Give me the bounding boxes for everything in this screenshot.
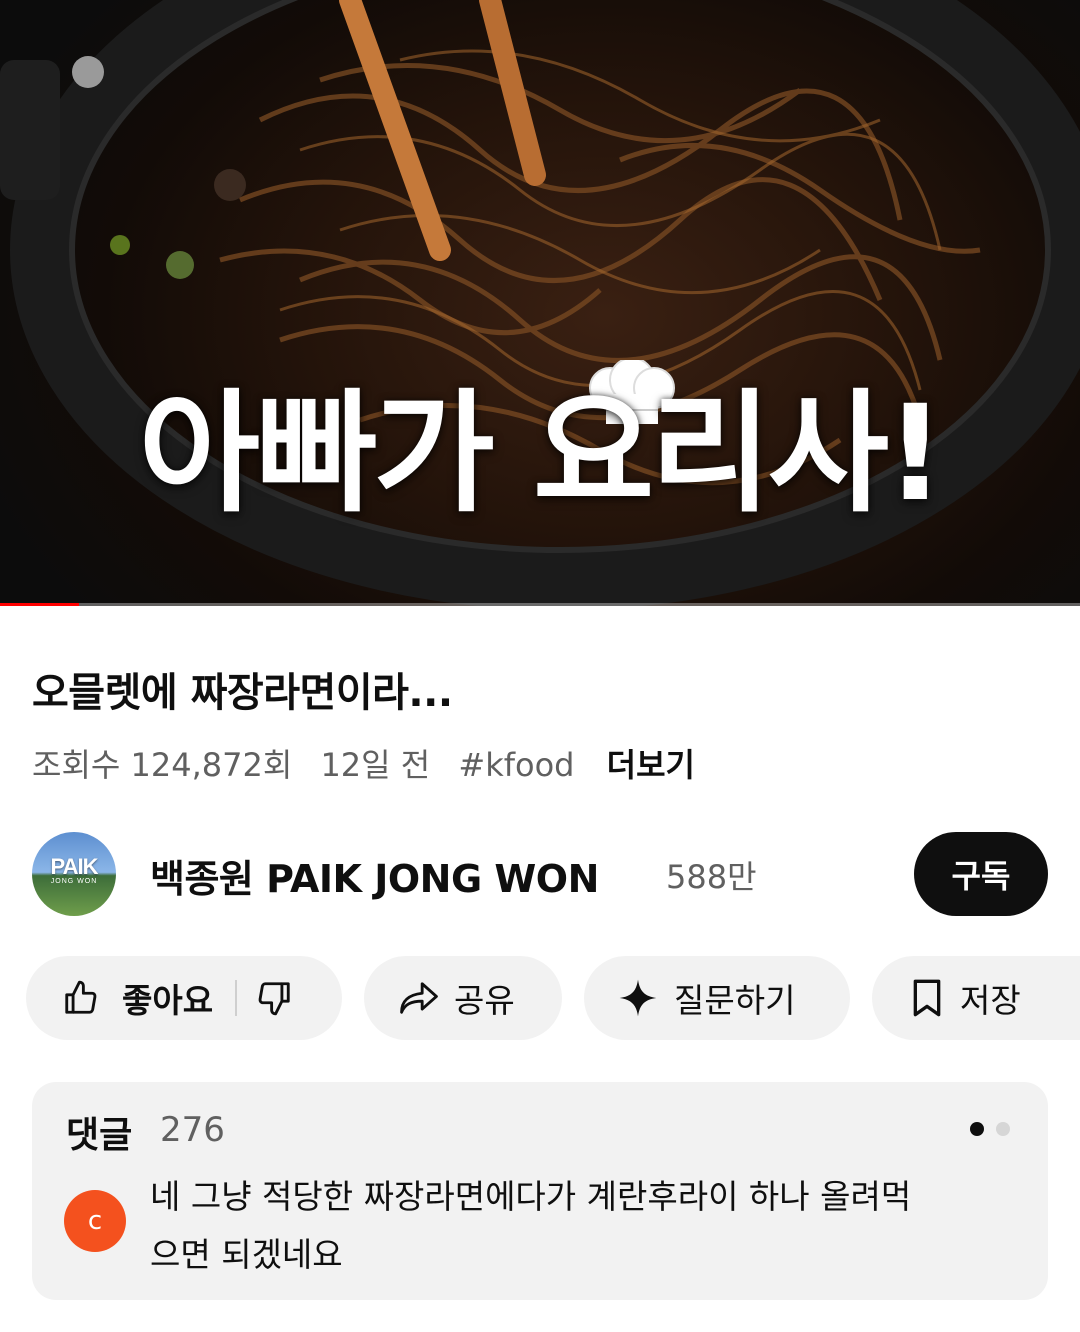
like-dislike-pill: 좋아요: [26, 956, 342, 1040]
save-label: 저장: [960, 981, 1021, 1020]
channel-avatar[interactable]: PAIK JONG WON: [32, 832, 116, 916]
comments-count: 276: [160, 1110, 225, 1150]
share-arrow-icon: [398, 979, 440, 1017]
video-player[interactable]: 아빠가 요리사!: [0, 0, 1080, 606]
comments-preview[interactable]: 댓글 276 c 네 그냥 적당한 짜장라면에다가 계란후라이 하나 올려먹으면…: [32, 1082, 1048, 1300]
video-details: 오믈렛에 짜장라면이라... 조회수 124,872회 12일 전 #kfood…: [0, 606, 1080, 1332]
video-meta[interactable]: 조회수 124,872회 12일 전 #kfood 더보기: [32, 740, 713, 786]
save-button[interactable]: 저장: [872, 956, 1080, 1040]
thumbs-up-icon[interactable]: [62, 979, 100, 1017]
upload-age: 12일 전: [320, 746, 431, 784]
carousel-dots: [970, 1122, 1010, 1136]
share-button[interactable]: 공유: [364, 956, 562, 1040]
ask-label: 질문하기: [674, 981, 796, 1020]
hashtag-link[interactable]: #kfood: [458, 746, 574, 784]
avatar-logo-text: PAIK: [50, 854, 99, 879]
carousel-dot-active: [970, 1122, 984, 1136]
like-button[interactable]: 좋아요: [122, 974, 213, 1022]
sparkle-icon: [618, 978, 658, 1018]
thumbs-down-icon[interactable]: [255, 979, 293, 1017]
like-divider: [235, 980, 238, 1016]
carousel-dot: [996, 1122, 1010, 1136]
comments-title: 댓글: [66, 1115, 133, 1156]
video-title[interactable]: 오믈렛에 짜장라면이라...: [32, 660, 453, 718]
commenter-avatar: c: [64, 1190, 126, 1252]
video-overlay-text: 아빠가 요리사!: [138, 377, 946, 531]
action-bar: 좋아요 공유 질문하기 저장: [26, 956, 1080, 1040]
more-button[interactable]: 더보기: [607, 746, 695, 784]
share-label: 공유: [454, 981, 515, 1020]
channel-name[interactable]: 백종원 PAIK JONG WON: [150, 848, 599, 903]
ask-button[interactable]: 질문하기: [584, 956, 850, 1040]
subscriber-count: 588만: [666, 858, 757, 896]
avatar-logo-subtext: JONG WON: [50, 878, 98, 885]
bookmark-icon: [910, 978, 944, 1018]
subscribe-button[interactable]: 구독: [914, 832, 1048, 916]
view-count: 조회수 124,872회: [32, 746, 293, 784]
channel-row: PAIK JONG WON 백종원 PAIK JONG WON 588만 구독: [32, 832, 1048, 916]
comment-text: 네 그냥 적당한 짜장라면에다가 계란후라이 하나 올려먹으면 되겠네요: [150, 1177, 912, 1274]
